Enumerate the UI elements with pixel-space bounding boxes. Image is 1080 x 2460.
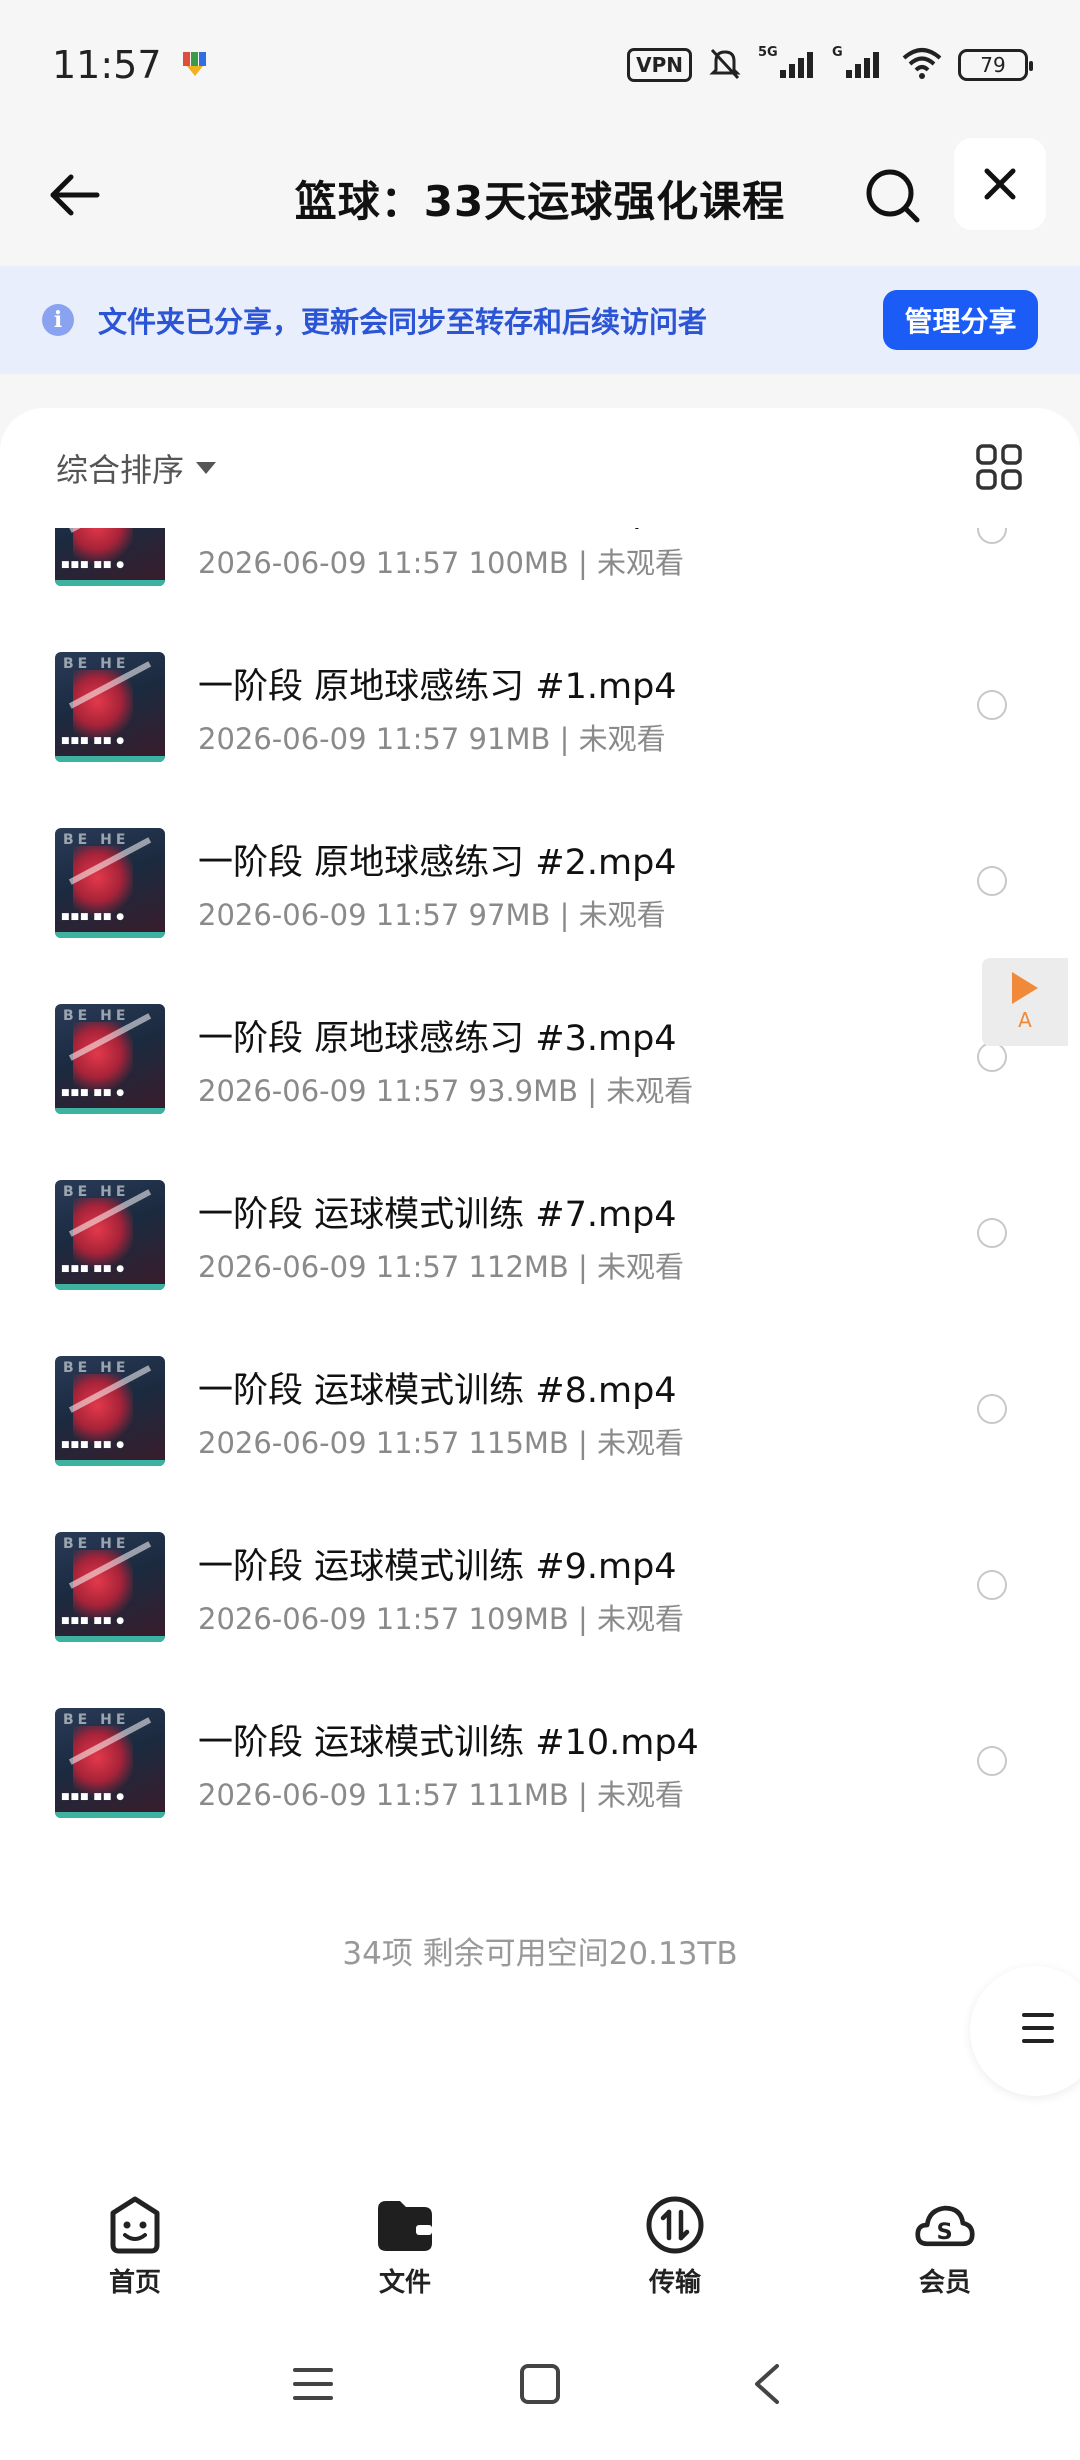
file-name: 一阶段 运球模式训练 #10.mp4	[198, 1723, 699, 1763]
status-left: 11:57	[52, 43, 210, 87]
file-name: 一阶段 运球模式训练 #7.mp4	[198, 1195, 677, 1235]
mute-bell-icon	[706, 44, 744, 86]
hamburger-icon	[293, 2368, 334, 2400]
file-meta: 2026-06-09 11:57 109MB | 未观看	[198, 1602, 685, 1636]
tab-transfer[interactable]: 传输	[540, 2158, 810, 2308]
file-row[interactable]: BE HE ■■■ ■■ ● 一阶段 原地球感练习 #2.mp4 2026-06-09…	[0, 814, 1080, 990]
video-thumbnail: BE HE■■■ ■■ ●	[55, 1180, 165, 1290]
file-list-inner: BE HE■■■ ■■ ● 一阶段 动态球感练习 #6.mp4 2026-06-09…	[0, 528, 1080, 1870]
nav-home-button[interactable]	[505, 2349, 575, 2419]
info-icon: i	[42, 304, 74, 336]
share-banner: i 文件夹已分享，更新会同步至转存和后续访问者 管理分享	[0, 266, 1080, 374]
transfer-icon	[644, 2194, 706, 2256]
file-name: 一阶段 原地球感练习 #3.mp4	[198, 1019, 677, 1059]
video-thumbnail: BE HE■■■ ■■ ●	[55, 528, 165, 586]
system-nav-bar	[0, 2308, 1080, 2460]
svg-text:S: S	[937, 2219, 953, 2245]
nav-menu-button[interactable]	[278, 2349, 348, 2419]
file-row[interactable]: BE HE■■■ ■■ ● 一阶段 动态球感练习 #6.mp4 2026-06-09…	[0, 528, 1080, 638]
close-icon	[984, 168, 1016, 200]
select-checkbox[interactable]	[977, 1042, 1007, 1072]
sort-dropdown[interactable]: 综合排序	[56, 445, 184, 491]
floating-player-button[interactable]: A	[982, 958, 1068, 1046]
video-thumbnail: BE HE■■■ ■■ ●	[55, 828, 165, 938]
chevron-left-icon	[754, 2364, 779, 2404]
select-checkbox[interactable]	[977, 1746, 1007, 1776]
signal-5g-icon: 5G	[758, 44, 818, 86]
file-name: 一阶段 动态球感练习 #6.mp4	[198, 528, 677, 533]
menu-icon	[1022, 2013, 1054, 2052]
tab-files[interactable]: 文件	[270, 2158, 540, 2308]
header: 篮球：33天运球强化课程	[0, 130, 1080, 266]
file-name: 一阶段 原地球感练习 #1.mp4	[198, 667, 677, 707]
svg-text:5G: 5G	[758, 45, 778, 60]
select-checkbox[interactable]	[977, 866, 1007, 896]
tab-vip-label: 会员	[918, 2268, 971, 2298]
tab-transfer-label: 传输	[648, 2268, 701, 2298]
svg-text:G: G	[832, 45, 843, 60]
file-meta: 2026-06-09 11:57 91MB | 未观看	[198, 722, 666, 756]
grid-view-icon	[976, 444, 1022, 490]
app-notification-icon	[180, 43, 210, 87]
file-name: 一阶段 原地球感练习 #2.mp4	[198, 843, 677, 883]
smile-face-icon	[104, 2194, 166, 2256]
storage-summary: 34项 剩余可用空间20.13TB	[342, 1936, 738, 1972]
vip-cloud-icon: S	[914, 2194, 976, 2256]
video-thumbnail: BE HE■■■ ■■ ●	[55, 1708, 165, 1818]
sort-row: 综合排序	[0, 408, 1080, 528]
video-thumbnail: BE HE■■■ ■■ ●	[55, 1532, 165, 1642]
file-meta: 2026-06-09 11:57 115MB | 未观看	[198, 1426, 685, 1460]
manage-share-button[interactable]: 管理分享	[883, 290, 1038, 350]
select-checkbox[interactable]	[977, 1218, 1007, 1248]
select-checkbox[interactable]	[977, 1394, 1007, 1424]
video-thumbnail: BE HE■■■ ■■ ●	[55, 1356, 165, 1466]
tab-home-label: 首页	[108, 2268, 161, 2298]
square-icon	[519, 2364, 560, 2404]
close-button[interactable]	[954, 138, 1046, 230]
back-arrow-icon	[50, 174, 100, 216]
status-bar: 11:57 VPN 5G G 79	[0, 0, 1080, 130]
caret-down-icon[interactable]	[196, 462, 217, 474]
battery-indicator: 79	[958, 49, 1033, 81]
file-meta: 2026-06-09 11:57 100MB | 未观看	[198, 546, 685, 580]
file-list-panel: 综合排序 BE HE■■■ ■■ ● 一阶段 动态球感练习 #6.mp4 2026-…	[0, 408, 1080, 2158]
file-row[interactable]: BE HE ■■■ ■■ ● 一阶段 运球模式训练 #10.mp4 2026-06-0…	[0, 1694, 1080, 1870]
tab-home[interactable]: 首页	[0, 2158, 270, 2308]
file-name: 一阶段 运球模式训练 #9.mp4	[198, 1547, 677, 1587]
file-meta: 2026-06-09 11:57 93.9MB | 未观看	[198, 1074, 694, 1108]
file-meta: 2026-06-09 11:57 97MB | 未观看	[198, 898, 666, 932]
play-icon	[1012, 972, 1038, 1004]
select-checkbox[interactable]	[977, 1570, 1007, 1600]
file-row[interactable]: BE HE ■■■ ■■ ● 一阶段 运球模式训练 #9.mp4 2026-06-09…	[0, 1518, 1080, 1694]
vpn-badge: VPN	[627, 48, 692, 82]
video-thumbnail: BE HE■■■ ■■ ●	[55, 1004, 165, 1114]
bottom-tab-bar: 首页 文件 传输 S 会员	[0, 2158, 1080, 2308]
select-checkbox[interactable]	[977, 528, 1007, 544]
folder-icon	[374, 2194, 436, 2256]
grid-view-button[interactable]	[974, 442, 1024, 492]
file-row[interactable]: BE HE ■■■ ■■ ● 一阶段 原地球感练习 #3.mp4 2026-06-09…	[0, 990, 1080, 1166]
status-right: VPN 5G G 79	[627, 44, 1033, 86]
tab-vip[interactable]: S 会员	[810, 2158, 1080, 2308]
select-checkbox[interactable]	[977, 690, 1007, 720]
file-name: 一阶段 运球模式训练 #8.mp4	[198, 1371, 677, 1411]
back-button[interactable]	[40, 160, 110, 230]
floating-player-label: A	[1018, 1008, 1032, 1032]
tab-files-label: 文件	[378, 2268, 431, 2298]
wifi-icon	[900, 44, 944, 86]
file-list: BE HE■■■ ■■ ● 一阶段 动态球感练习 #6.mp4 2026-06-09…	[0, 528, 1080, 1988]
signal-g-icon: G	[832, 44, 886, 86]
file-meta: 2026-06-09 11:57 111MB | 未观看	[198, 1778, 685, 1812]
search-button[interactable]	[855, 158, 931, 234]
video-thumbnail: BE HE■■■ ■■ ●	[55, 652, 165, 762]
file-meta: 2026-06-09 11:57 112MB | 未观看	[198, 1250, 685, 1284]
share-banner-text: 文件夹已分享，更新会同步至转存和后续访问者	[98, 305, 708, 339]
file-row[interactable]: BE HE ■■■ ■■ ● 一阶段 原地球感练习 #1.mp4 2026-06-09…	[0, 638, 1080, 814]
nav-back-button[interactable]	[732, 2349, 802, 2419]
search-icon	[866, 169, 920, 223]
status-time: 11:57	[52, 43, 162, 87]
file-row[interactable]: BE HE ■■■ ■■ ● 一阶段 运球模式训练 #7.mp4 2026-06-09…	[0, 1166, 1080, 1342]
file-row[interactable]: BE HE ■■■ ■■ ● 一阶段 运球模式训练 #8.mp4 2026-06-09…	[0, 1342, 1080, 1518]
